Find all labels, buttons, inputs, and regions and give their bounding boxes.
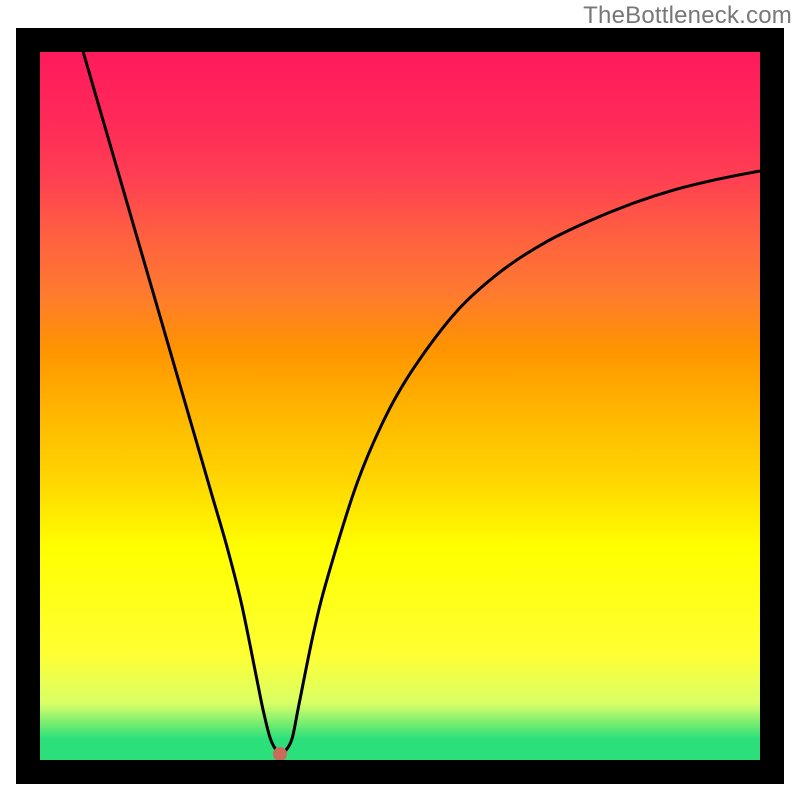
- chart-stage: TheBottleneck.com: [0, 0, 800, 800]
- chart-marker-dot: [273, 747, 287, 760]
- watermark-text: TheBottleneck.com: [583, 2, 792, 30]
- chart-curve-path: [83, 52, 760, 754]
- chart-curve-svg: [40, 52, 760, 760]
- chart-plot-area: [40, 52, 760, 760]
